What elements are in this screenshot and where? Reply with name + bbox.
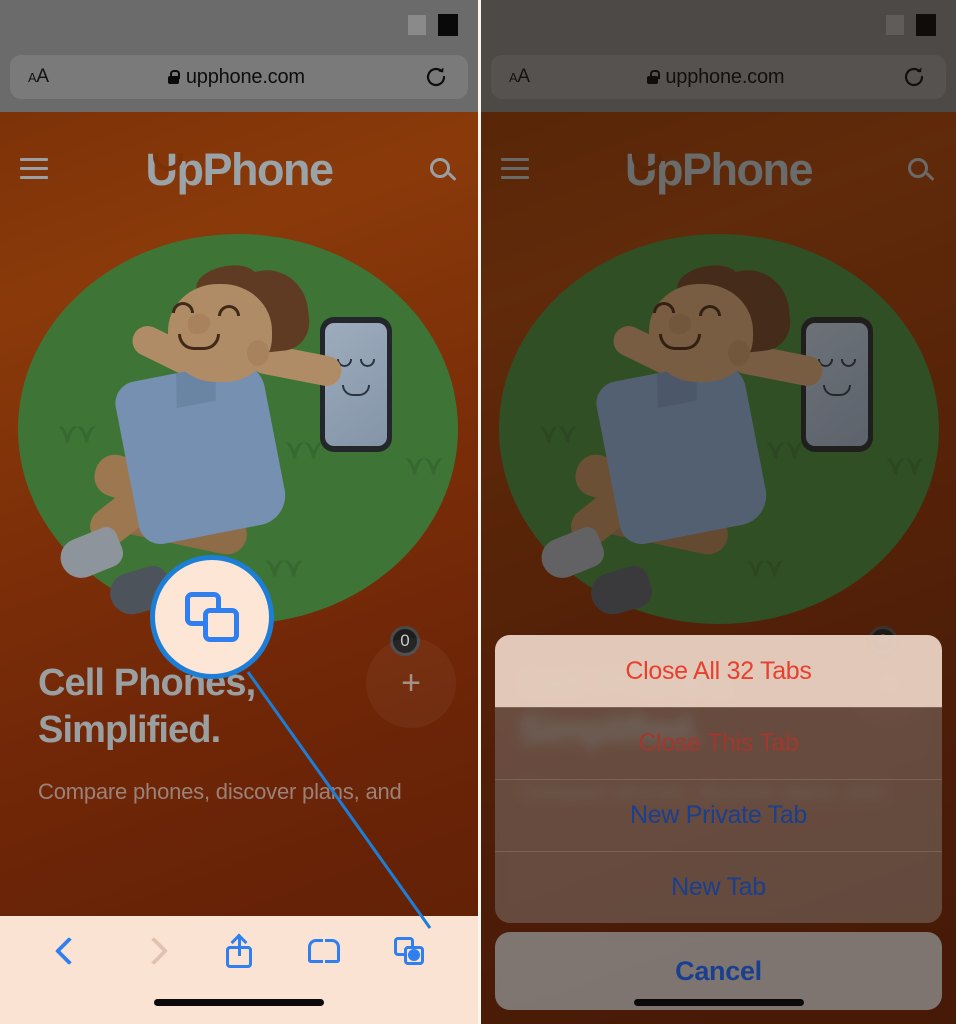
grass-blade: ⋎⋎ [285,434,324,464]
url-text: upphone.com [185,65,305,88]
tabs-icon [394,937,425,965]
tabs-icon [185,592,239,642]
action-new-tab-label: New Tab [671,873,766,901]
logo-text: pPhone [176,144,335,195]
action-new-private-tab[interactable]: New Private Tab [495,779,942,851]
text-size-large-a: A [36,66,49,87]
hero-subtext: Compare phones, discover plans, and [38,779,402,805]
grey-square-indicator [408,15,426,35]
lock-icon [167,70,181,84]
ear [247,340,269,366]
black-square-indicator [438,14,458,36]
left-panel: AA upphone.com UpPhone ⋎⋎ ⋎⋎ ⋎⋎ ⋎⋎ 0 + C… [0,0,478,1024]
right-panel: AA upphone.com UpPhone ⋎⋎ ⋎⋎ ⋎⋎ ⋎⋎ Close… [478,0,956,1024]
action-new-private-tab-label: New Private Tab [629,801,808,829]
share-button[interactable] [196,916,281,986]
text-size-button[interactable]: AA [28,66,49,88]
action-close-all-tabs-label: Close All 32 Tabs [625,656,812,685]
address-bar-center[interactable]: upphone.com [49,66,424,89]
home-indicator [633,999,804,1006]
back-button[interactable] [26,916,111,986]
site-logo[interactable]: UpPhone [0,144,478,196]
forward-button[interactable] [111,916,196,986]
head [168,284,272,382]
home-indicator [154,999,324,1006]
grass-blade: ⋎⋎ [265,552,304,582]
grass-blade: ⋎⋎ [405,450,444,480]
action-sheet-group: Close All 32 Tabs Close This Tab New Pri… [495,635,942,923]
site-header: UpPhone [0,112,478,222]
add-compare-button[interactable]: + [366,638,456,728]
screenshot-stage: AA upphone.com UpPhone ⋎⋎ ⋎⋎ ⋎⋎ ⋎⋎ 0 + C… [0,0,956,1024]
back-chevron-icon [54,936,83,966]
share-icon [226,933,252,968]
logo-u-glyph: U [145,144,183,195]
annotation-callout-circle [150,555,274,679]
address-bar[interactable]: AA upphone.com [10,55,468,99]
reload-icon[interactable] [424,65,448,89]
cancel-button-label: Cancel [675,955,762,986]
bookmarks-button[interactable] [282,916,367,986]
action-close-all-tabs[interactable]: Close All 32 Tabs [495,635,942,707]
tabs-button[interactable] [367,916,452,986]
action-close-this-tab[interactable]: Close This Tab [495,707,942,779]
grass-blade: ⋎⋎ [58,418,97,448]
bookmarks-icon [308,939,341,963]
forward-chevron-icon [139,936,168,966]
plus-icon: + [401,664,421,702]
status-indicators [408,14,458,36]
action-new-tab[interactable]: New Tab [495,851,942,923]
search-icon[interactable] [430,158,457,184]
browser-chrome-top: AA upphone.com [0,0,478,112]
action-sheet: Close All 32 Tabs Close This Tab New Pri… [495,635,942,1010]
action-close-this-tab-label: Close This Tab [638,729,799,757]
browser-bottom-toolbar [0,916,478,1024]
